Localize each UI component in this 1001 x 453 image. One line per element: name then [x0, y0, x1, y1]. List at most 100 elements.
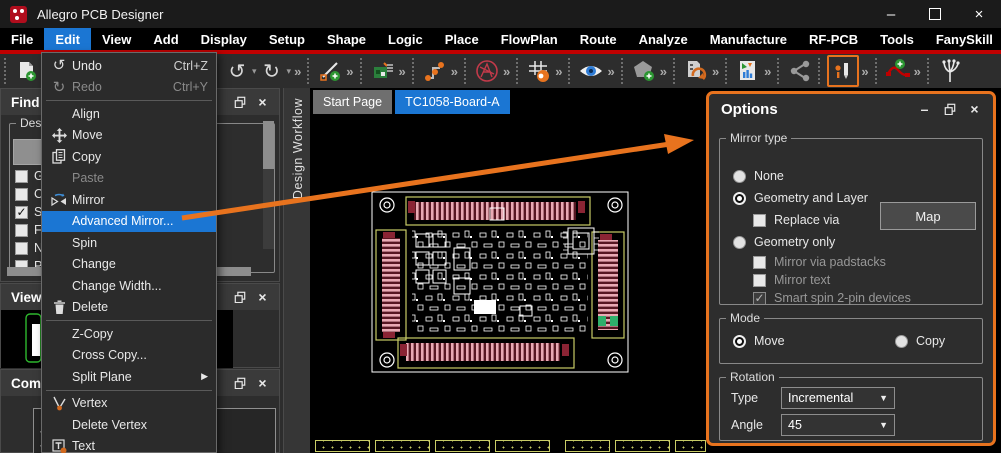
close-button[interactable]: ×	[957, 0, 1001, 28]
filter-checkbox[interactable]	[15, 242, 28, 255]
menu-item-change-width[interactable]: Change Width...	[42, 275, 216, 297]
add-shape-button[interactable]	[630, 57, 658, 85]
radio-row-copy[interactable]: Copy	[895, 334, 945, 348]
menu-item-spin[interactable]: Spin	[42, 232, 216, 254]
maximize-button[interactable]	[913, 0, 957, 28]
close-panel-icon[interactable]: ×	[968, 103, 981, 116]
visibility-eye-button[interactable]	[577, 57, 605, 85]
toolbar-handle[interactable]	[4, 58, 9, 84]
menu-rf-pcb[interactable]: RF-PCB	[798, 28, 869, 50]
checkbox-mirror-via-padstacks[interactable]	[753, 256, 766, 269]
menu-flowplan[interactable]: FlowPlan	[490, 28, 569, 50]
overflow-chevron[interactable]: »	[399, 64, 406, 79]
radio-row-geometry-and-layer[interactable]: Geometry and Layer	[733, 191, 868, 205]
menu-setup[interactable]: Setup	[258, 28, 316, 50]
filter-checkbox[interactable]	[15, 224, 28, 237]
menu-item-move[interactable]: Move	[42, 125, 216, 147]
tool-options-button[interactable]	[827, 55, 859, 87]
add-connection-button[interactable]	[884, 57, 912, 85]
radio-geometry-and-layer[interactable]	[733, 192, 746, 205]
rotation-angle-dropdown[interactable]: 45 ▼	[781, 414, 895, 436]
float-panel-icon[interactable]	[943, 103, 956, 116]
menu-place[interactable]: Place	[434, 28, 490, 50]
menu-item-change[interactable]: Change	[42, 254, 216, 276]
radio-geometry-only[interactable]	[733, 236, 746, 249]
menu-item-split-plane[interactable]: Split Plane ▶	[42, 366, 216, 388]
redo-button[interactable]: ↻	[258, 57, 286, 85]
close-panel-icon[interactable]: ×	[256, 96, 269, 109]
checkbox-row-smart-spin[interactable]: ✓ Smart spin 2-pin devices	[753, 291, 911, 305]
checkbox-smart-spin[interactable]: ✓	[753, 292, 766, 305]
place-module-button[interactable]	[369, 57, 397, 85]
undo-dropdown[interactable]: ▾	[252, 66, 257, 77]
redo-dropdown[interactable]: ▾	[287, 66, 292, 77]
menu-item-text[interactable]: Text	[42, 436, 216, 453]
menu-manufacture[interactable]: Manufacture	[699, 28, 798, 50]
design-workflow-strip[interactable]: Design Workflow	[283, 88, 311, 453]
overflow-chevron[interactable]: »	[346, 64, 353, 79]
menu-fanyskill[interactable]: FanySkill	[925, 28, 1001, 50]
menu-item-vertex[interactable]: Vertex	[42, 393, 216, 415]
menu-edit[interactable]: Edit	[44, 28, 91, 50]
net-analyze-button[interactable]	[473, 57, 501, 85]
overflow-chevron[interactable]: »	[451, 64, 458, 79]
tab-start-page[interactable]: Start Page	[313, 90, 392, 114]
menu-item-align[interactable]: Align	[42, 103, 216, 125]
overflow-chevron[interactable]: »	[555, 64, 562, 79]
radio-move[interactable]	[733, 335, 746, 348]
menu-item-paste[interactable]: Paste	[42, 168, 216, 190]
new-document-button[interactable]	[13, 57, 41, 85]
float-panel-icon[interactable]	[233, 96, 246, 109]
overflow-chevron[interactable]: »	[764, 64, 771, 79]
menu-item-z-copy[interactable]: Z-Copy	[42, 323, 216, 345]
overflow-chevron[interactable]: »	[503, 64, 510, 79]
rotation-type-dropdown[interactable]: Incremental ▼	[781, 387, 895, 409]
checkbox-mirror-text[interactable]	[753, 274, 766, 287]
float-panel-icon[interactable]	[233, 291, 246, 304]
route-path-button[interactable]	[421, 57, 449, 85]
map-button[interactable]: Map	[880, 202, 976, 230]
menu-view[interactable]: View	[91, 28, 142, 50]
overflow-chevron[interactable]: »	[712, 64, 719, 79]
menu-file[interactable]: File	[0, 28, 44, 50]
undo-button[interactable]: ↺	[223, 57, 251, 85]
overflow-chevron[interactable]: »	[914, 64, 921, 79]
radio-none[interactable]	[733, 170, 746, 183]
menu-item-delete[interactable]: Delete	[42, 297, 216, 319]
menu-analyze[interactable]: Analyze	[628, 28, 699, 50]
add-line-button[interactable]	[316, 57, 344, 85]
menu-display[interactable]: Display	[190, 28, 258, 50]
checkbox-row-replace-via[interactable]: Replace via	[753, 213, 839, 227]
radio-row-none[interactable]: None	[733, 169, 784, 183]
menu-item-copy[interactable]: Copy	[42, 146, 216, 168]
tab-board-design[interactable]: TC1058-Board-A	[395, 90, 510, 114]
rats-nest-button[interactable]	[936, 57, 964, 85]
menu-item-redo[interactable]: ↻ RedoCtrl+Y	[42, 77, 216, 99]
menu-route[interactable]: Route	[569, 28, 628, 50]
filter-checkbox[interactable]	[15, 188, 28, 201]
minimize-button[interactable]: –	[869, 0, 913, 28]
float-panel-icon[interactable]	[233, 377, 246, 390]
menu-item-cross-copy[interactable]: Cross Copy...	[42, 345, 216, 367]
close-panel-icon[interactable]: ×	[256, 291, 269, 304]
document-refresh-button[interactable]	[682, 57, 710, 85]
menu-add[interactable]: Add	[142, 28, 189, 50]
filter-checkbox[interactable]	[15, 170, 28, 183]
menu-item-advanced-mirror[interactable]: Advanced Mirror...	[42, 211, 216, 233]
menu-item-mirror[interactable]: Mirror	[42, 189, 216, 211]
overflow-chevron[interactable]: »	[294, 64, 301, 79]
overflow-chevron[interactable]: »	[861, 64, 868, 79]
grid-toggle-button[interactable]	[525, 57, 553, 85]
menu-item-delete-vertex[interactable]: Delete Vertex	[42, 414, 216, 436]
checkbox-replace-via[interactable]	[753, 214, 766, 227]
overflow-chevron[interactable]: »	[607, 64, 614, 79]
close-panel-icon[interactable]: ×	[256, 377, 269, 390]
menu-shape[interactable]: Shape	[316, 28, 377, 50]
checkbox-row-mirror-via-padstacks[interactable]: Mirror via padstacks	[753, 255, 886, 269]
overflow-chevron[interactable]: »	[660, 64, 667, 79]
checkbox-row-mirror-text[interactable]: Mirror text	[753, 273, 830, 287]
filter-checkbox[interactable]: ✓	[15, 206, 28, 219]
radio-copy[interactable]	[895, 335, 908, 348]
find-vertical-scrollbar[interactable]	[263, 121, 274, 249]
radio-row-geometry-only[interactable]: Geometry only	[733, 235, 835, 249]
